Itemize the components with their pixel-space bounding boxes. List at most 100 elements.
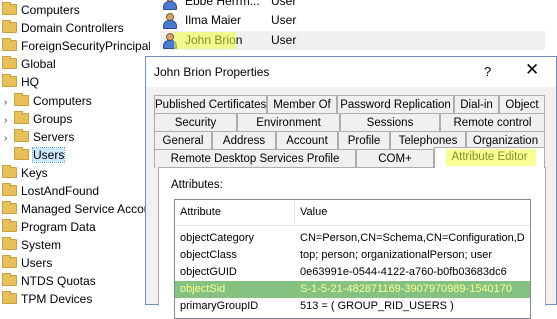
tab-address[interactable]: Address [212,131,276,150]
tree-item-foreign-security-principals[interactable]: ForeignSecurityPrincipal: [2,37,150,55]
user-name: Ilma Maier [185,13,242,27]
attribute-value: S-1-5-21-482871169-3907970989-1540170 [300,283,513,295]
tree-item-hq-computers[interactable]: › Computers [4,92,92,110]
user-type: User [271,0,297,8]
help-button[interactable]: ? [484,64,491,79]
tab-published-certificates[interactable]: Published Certificates [154,95,267,114]
attribute-name: objectSid [180,283,226,295]
attribute-name: objectCategory [180,232,254,244]
close-button[interactable]: ✕ [525,60,539,80]
attributes-table[interactable]: Attribute Value objectCategory CN=Person… [174,199,531,319]
column-divider[interactable] [294,200,295,225]
chevron-right-icon[interactable]: › [4,130,14,148]
tree-item-label: Groups [33,112,73,126]
folder-icon [2,201,17,214]
folder-icon [2,165,17,178]
attribute-value: 513 = ( GROUP_RID_USERS ) [300,300,454,312]
attribute-editor-panel: Attributes: Attribute Value objectCatego… [158,167,546,319]
tree-item-label: ForeignSecurityPrincipal: [21,39,150,53]
user-type: User [271,13,297,27]
folder-icon [2,2,17,15]
folder-icon [2,56,17,69]
tab-remote-control[interactable]: Remote control [440,113,545,132]
tree-item-label: HQ [21,75,39,89]
tree-item-tpm-devices[interactable]: TPM Devices [2,290,92,305]
tab-com-plus[interactable]: COM+ [356,149,434,168]
folder-icon [2,74,17,87]
tab-account[interactable]: Account [276,131,338,150]
tree-item-lost-and-found[interactable]: LostAndFound [2,182,99,200]
list-item[interactable]: Ebbe Herrm... User [160,0,545,11]
tree-item-label: NTDS Quotas [21,274,96,288]
tree-item-label: TPM Devices [21,292,93,305]
folder-icon [2,237,17,250]
table-row[interactable]: objectGUID 0e63991e-0544-4122-a760-b0fb0… [175,264,530,281]
tree-item-label: Domain Controllers [21,21,124,35]
folder-icon [2,273,17,286]
tree-item-label: Keys [21,166,48,180]
tab-profile[interactable]: Profile [338,131,390,150]
tree-item-ntds-quotas[interactable]: NTDS Quotas [2,272,96,290]
folder-icon [2,20,17,33]
tree-item-label: Program Data [21,220,96,234]
tree-item-keys[interactable]: Keys [2,164,48,182]
tree-item-label: Global [21,57,56,71]
tab-object[interactable]: Object [499,95,545,114]
tree-item-hq-servers[interactable]: › Servers [4,128,74,146]
table-row[interactable]: primaryGroupID 513 = ( GROUP_RID_USERS ) [175,298,530,315]
column-header-attribute[interactable]: Attribute [180,206,221,218]
folder-icon [2,219,17,232]
tab-general[interactable]: General [154,131,212,150]
tab-security[interactable]: Security [154,113,237,132]
tab-member-of[interactable]: Member Of [267,95,337,114]
attribute-name: objectGUID [180,266,237,278]
tab-environment[interactable]: Environment [237,113,340,132]
folder-icon [2,38,17,51]
tree-item-hq-users[interactable]: Users [14,146,66,164]
tree-item-managed-service-accounts[interactable]: Managed Service Accou [2,200,150,218]
user-icon [162,0,177,10]
user-name: John Brion [185,33,243,47]
tab-remote-desktop-services-profile[interactable]: Remote Desktop Services Profile [154,149,356,168]
list-item-selected[interactable]: John Brion User [160,31,545,50]
tab-dial-in[interactable]: Dial-in [454,95,499,114]
tree-item-global[interactable]: Global [2,55,56,73]
attribute-name: objectClass [180,249,237,261]
folder-icon [2,255,17,268]
tree-item-label: Computers [33,94,92,108]
tab-attribute-editor[interactable]: Attribute Editor [434,147,545,168]
folder-icon [2,183,17,196]
tab-password-replication[interactable]: Password Replication [337,95,454,114]
tree-item-label: LostAndFound [21,184,100,198]
list-item[interactable]: Ilma Maier User [160,11,545,30]
user-name: Ebbe Herrm... [185,0,260,8]
table-row[interactable]: objectClass top; person; organizationalP… [175,247,530,264]
tree-item-hq[interactable]: HQ [2,73,39,91]
properties-dialog: John Brion Properties ? ✕ Published Cert… [145,56,557,319]
table-row-selected[interactable]: objectSid S-1-5-21-482871169-3907970989-… [175,281,530,298]
tree-item-label: System [21,238,62,252]
tree-item-program-data[interactable]: Program Data [2,218,96,236]
tree-item-users[interactable]: Users [2,254,52,272]
dialog-titlebar: John Brion Properties ? ✕ [146,57,556,87]
attribute-value: 0e63991e-0544-4122-a760-b0fb03683dc6 [300,266,507,278]
attribute-value: CN=Person,CN=Schema,CN=Configuration,D [300,232,525,244]
folder-icon [14,93,29,106]
dialog-title: John Brion Properties [154,65,270,79]
tree-item-label: Users [31,147,66,163]
folder-icon [14,111,29,124]
folder-icon [2,291,17,304]
tree-item-system[interactable]: System [2,236,61,254]
tree-item-domain-controllers[interactable]: Domain Controllers [2,19,124,37]
folder-icon [14,129,29,142]
tree-item-hq-groups[interactable]: › Groups [4,110,72,128]
tree-item-label: Computers [21,3,80,17]
column-header-value[interactable]: Value [300,206,327,218]
tab-sessions[interactable]: Sessions [340,113,440,132]
tree-item-label: Users [21,256,53,270]
tree-item-computers[interactable]: Computers [2,1,80,19]
table-header: Attribute Value [175,200,530,226]
table-row[interactable]: objectCategory CN=Person,CN=Schema,CN=Co… [175,230,530,247]
tree-item-label: Servers [33,130,75,144]
tree-item-label: Managed Service Accou [21,202,150,216]
